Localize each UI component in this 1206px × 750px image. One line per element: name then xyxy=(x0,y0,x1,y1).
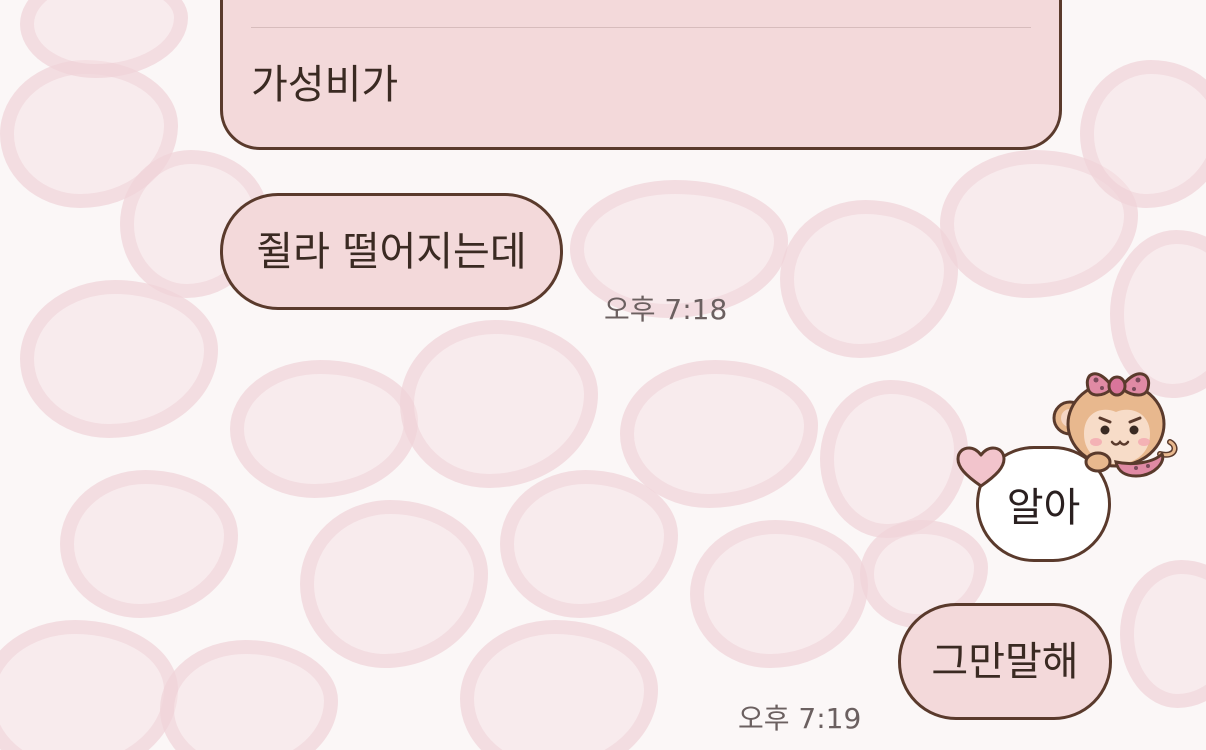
received-message-timestamp: 오후 7:18 xyxy=(604,293,728,326)
previous-message-text: 가성비가 xyxy=(251,62,399,108)
previous-message-bubble[interactable]: 가성비가 xyxy=(220,0,1062,150)
bubble-divider xyxy=(251,27,1031,28)
received-message-bubble[interactable]: 쥘라 떨어지는데 xyxy=(220,193,563,310)
sent-message-bubble[interactable]: 그만말해 xyxy=(898,603,1112,720)
heart-icon xyxy=(956,446,1006,488)
sent-message-text: 그만말해 xyxy=(931,638,1079,685)
received-message-text: 쥘라 떨어지는데 xyxy=(256,228,527,275)
sticker-text: 알아 xyxy=(1006,485,1081,531)
monkey-sticker-icon[interactable] xyxy=(1050,362,1180,480)
sent-message-timestamp: 오후 7:19 xyxy=(738,702,862,735)
